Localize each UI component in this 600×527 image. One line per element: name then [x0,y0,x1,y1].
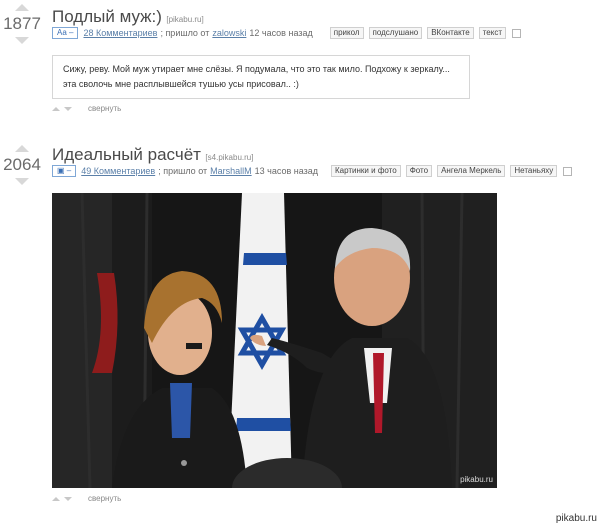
post-text: Сижу, реву. Мой муж утирает мне слёзы. Я… [52,55,470,99]
came-from-label: ; пришло от [160,28,210,38]
tag-item[interactable]: Ангела Меркель [437,165,506,177]
came-from-label: ; пришло от [158,166,208,176]
image-type-badge[interactable]: ▣ – [52,165,77,177]
tag-item[interactable]: Картинки и фото [331,165,401,177]
tag-item[interactable]: Нетаньяху [510,165,558,177]
photo-watermark: pikabu.ru [460,475,493,484]
post-title[interactable]: Подлый муж:) [52,7,162,26]
post-footer: свернуть [52,494,121,503]
post-footer: свернуть [52,104,121,113]
author-link[interactable]: zalowski [212,28,246,38]
post-source: [s4.pikabu.ru] [205,153,254,162]
small-vote-up-icon[interactable] [52,106,60,111]
small-vote-down-icon[interactable] [64,106,72,111]
small-vote-up-icon[interactable] [52,496,60,501]
photo-illustration [52,193,497,488]
tag-item[interactable]: прикол [329,27,364,39]
site-watermark: pikabu.ru [555,513,597,524]
collapse-link[interactable]: свернуть [88,104,121,113]
vote-down-icon[interactable] [15,37,29,44]
post-photo[interactable]: pikabu.ru [52,193,497,488]
comments-link[interactable]: 28 Комментариев [83,28,157,38]
post-meta: ▣ – 49 Комментариев ; пришло от Marshall… [52,165,573,177]
author-link[interactable]: MarshallM [210,166,252,176]
comments-link[interactable]: 49 Комментариев [81,166,155,176]
small-vote-down-icon[interactable] [64,496,72,501]
rating-block: 2064 [0,145,44,185]
vote-up-icon[interactable] [15,4,29,11]
post-source: [pikabu.ru] [166,15,204,24]
post-meta: Aa – 28 Комментариев ; пришло от zalowsk… [52,27,521,39]
save-icon[interactable] [511,28,521,38]
collapse-link[interactable]: свернуть [88,494,121,503]
rating-value: 1877 [3,14,41,33]
tag-item[interactable]: Фото [405,165,433,177]
post-title[interactable]: Идеальный расчёт [52,145,201,164]
post-time: 12 часов назад [249,28,313,38]
rating-value: 2064 [3,155,41,174]
save-icon[interactable] [563,166,573,176]
text-type-badge[interactable]: Aa – [52,27,79,39]
vote-up-icon[interactable] [15,145,29,152]
post-time: 13 часов назад [254,166,318,176]
vote-down-icon[interactable] [15,178,29,185]
tag-item[interactable]: подслушано [368,27,423,39]
tag-item[interactable]: текст [478,27,506,39]
rating-block: 1877 [0,4,44,44]
tag-item[interactable]: ВКонтакте [427,27,474,39]
